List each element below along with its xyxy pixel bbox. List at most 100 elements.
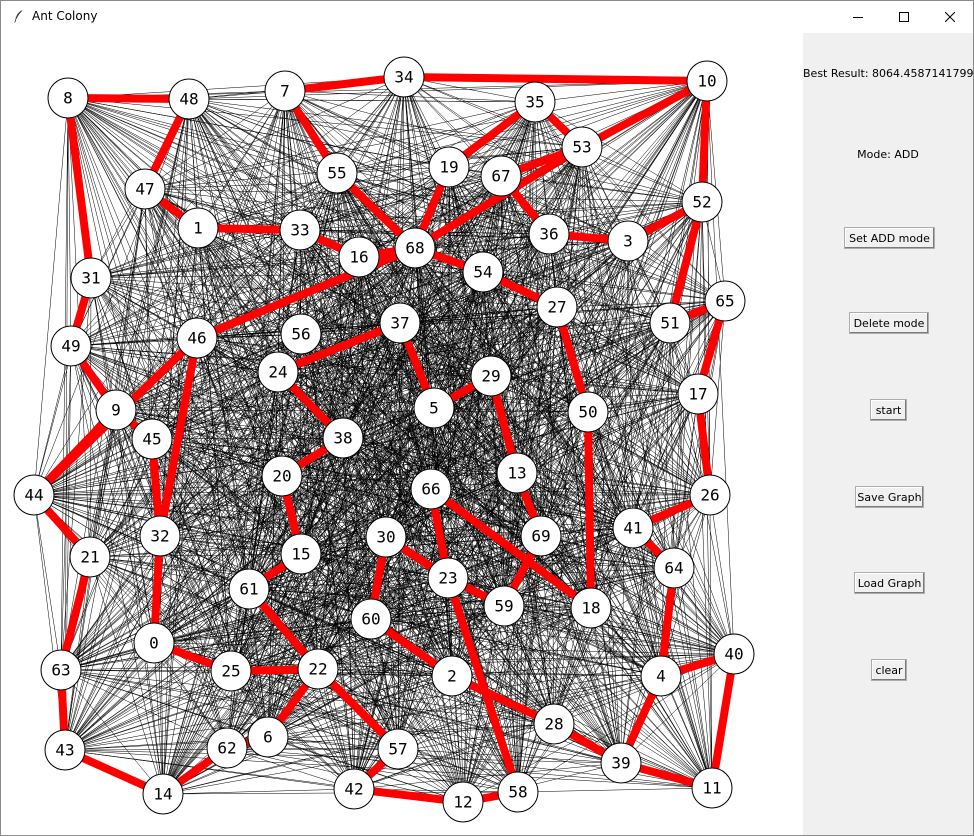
graph-node[interactable]: 63	[40, 649, 82, 691]
graph-node[interactable]: 28	[533, 703, 575, 745]
node-label: 51	[660, 314, 679, 333]
graph-node[interactable]: 24	[257, 351, 299, 393]
graph-node[interactable]: 4	[640, 655, 682, 697]
graph-node[interactable]: 33	[279, 209, 321, 251]
graph-node[interactable]: 15	[280, 533, 322, 575]
graph-node[interactable]: 66	[410, 468, 452, 510]
title-bar[interactable]: Ant Colony	[1, 1, 973, 32]
node-label: 69	[531, 527, 550, 546]
graph-node[interactable]: 49	[50, 325, 92, 367]
node-label: 44	[24, 486, 43, 505]
start-button[interactable]: start	[870, 399, 907, 421]
node-label: 53	[572, 138, 591, 157]
graph-node[interactable]: 16	[338, 236, 380, 278]
graph-node[interactable]: 44	[13, 474, 55, 516]
graph-node[interactable]: 67	[480, 155, 522, 197]
delete-mode-button[interactable]: Delete mode	[849, 312, 929, 334]
graph-node[interactable]: 55	[316, 152, 358, 194]
graph-node[interactable]: 25	[210, 650, 252, 692]
minimize-button[interactable]	[835, 1, 881, 32]
node-label: 8	[63, 89, 73, 108]
graph-node[interactable]: 10	[686, 60, 728, 102]
node-label: 59	[494, 597, 513, 616]
graph-node[interactable]: 30	[365, 516, 407, 558]
node-label: 30	[376, 528, 395, 547]
graph-node[interactable]: 43	[44, 729, 86, 771]
graph-node[interactable]: 23	[427, 557, 469, 599]
graph-node[interactable]: 68	[394, 227, 436, 269]
graph-node[interactable]: 52	[681, 181, 723, 223]
node-label: 31	[81, 269, 100, 288]
graph-node[interactable]: 12	[442, 781, 484, 823]
save-graph-button[interactable]: Save Graph	[855, 486, 924, 508]
maximize-button[interactable]	[881, 1, 927, 32]
graph-node[interactable]: 37	[379, 302, 421, 344]
graph-node[interactable]: 59	[483, 585, 525, 627]
graph-node[interactable]: 51	[649, 302, 691, 344]
graph-node[interactable]: 2	[431, 655, 473, 697]
graph-node[interactable]: 20	[261, 455, 303, 497]
graph-node[interactable]: 22	[297, 648, 339, 690]
graph-node[interactable]: 48	[168, 78, 210, 120]
graph-node[interactable]: 69	[520, 515, 562, 557]
node-label: 20	[272, 467, 291, 486]
clear-button[interactable]: clear	[871, 659, 907, 681]
graph-node[interactable]: 3	[607, 220, 649, 262]
graph-canvas[interactable]: 0 1 2 3 4 5 6 7 8 9 10 11 12 13 14 15 16 17 18 19 20 21 22 23 24…	[1, 33, 801, 835]
graph-node[interactable]: 50	[567, 391, 609, 433]
graph-node[interactable]: 39	[600, 742, 642, 784]
graph-node[interactable]: 21	[69, 536, 111, 578]
graph-node[interactable]: 19	[428, 146, 470, 188]
set-add-mode-button[interactable]: Set ADD mode	[844, 227, 935, 249]
graph-node[interactable]: 8	[47, 77, 89, 119]
graph-node[interactable]: 31	[70, 257, 112, 299]
graph-node[interactable]: 64	[653, 547, 695, 589]
node-label: 42	[344, 780, 363, 799]
graph-node[interactable]: 18	[570, 587, 612, 629]
mode-label: Mode: ADD	[857, 148, 919, 161]
graph-node[interactable]: 5	[413, 387, 455, 429]
graph-node[interactable]: 17	[677, 373, 719, 415]
graph-node[interactable]: 40	[713, 633, 755, 675]
graph-node[interactable]: 62	[206, 727, 248, 769]
best-result-label: Best Result: 8064.458714179946	[803, 67, 974, 80]
graph-node[interactable]: 29	[470, 355, 512, 397]
graph-node[interactable]: 6	[247, 716, 289, 758]
graph-node[interactable]: 27	[536, 286, 578, 328]
graph-node[interactable]: 0	[133, 622, 175, 664]
graph-node[interactable]: 41	[612, 507, 654, 549]
graph-node[interactable]: 9	[95, 389, 137, 431]
graph-node[interactable]: 13	[496, 452, 538, 494]
graph-node[interactable]: 38	[322, 417, 364, 459]
graph-node[interactable]: 47	[124, 168, 166, 210]
node-label: 57	[388, 740, 407, 759]
graph-node[interactable]: 61	[228, 568, 270, 610]
graph-node[interactable]: 26	[689, 474, 731, 516]
graph-node[interactable]: 1	[177, 207, 219, 249]
graph-node[interactable]: 42	[333, 768, 375, 810]
graph-node[interactable]: 60	[350, 598, 392, 640]
graph-node[interactable]: 56	[280, 313, 322, 355]
load-graph-button[interactable]: Load Graph	[854, 572, 925, 594]
graph-node[interactable]: 57	[377, 728, 419, 770]
graph-svg[interactable]: 0123456789101112131415161718192021222324…	[1, 33, 801, 835]
node-label: 58	[508, 783, 527, 802]
node-label: 25	[221, 662, 240, 681]
graph-node[interactable]: 35	[514, 81, 556, 123]
close-button[interactable]	[927, 1, 973, 32]
graph-node[interactable]: 14	[142, 773, 184, 815]
node-label: 9	[111, 401, 121, 420]
graph-node[interactable]: 11	[691, 767, 733, 809]
graph-node[interactable]: 7	[264, 70, 306, 112]
graph-node[interactable]: 32	[139, 515, 181, 557]
graph-node[interactable]: 36	[528, 213, 570, 255]
graph-node[interactable]: 46	[176, 317, 218, 359]
graph-node[interactable]: 45	[131, 418, 173, 460]
graph-node[interactable]: 58	[497, 771, 539, 813]
graph-node[interactable]: 54	[462, 251, 504, 293]
graph-node[interactable]: 53	[561, 126, 603, 168]
graph-node[interactable]: 65	[704, 280, 746, 322]
node-label: 50	[578, 403, 597, 422]
graph-node[interactable]: 34	[383, 56, 425, 98]
node-label: 5	[429, 399, 439, 418]
